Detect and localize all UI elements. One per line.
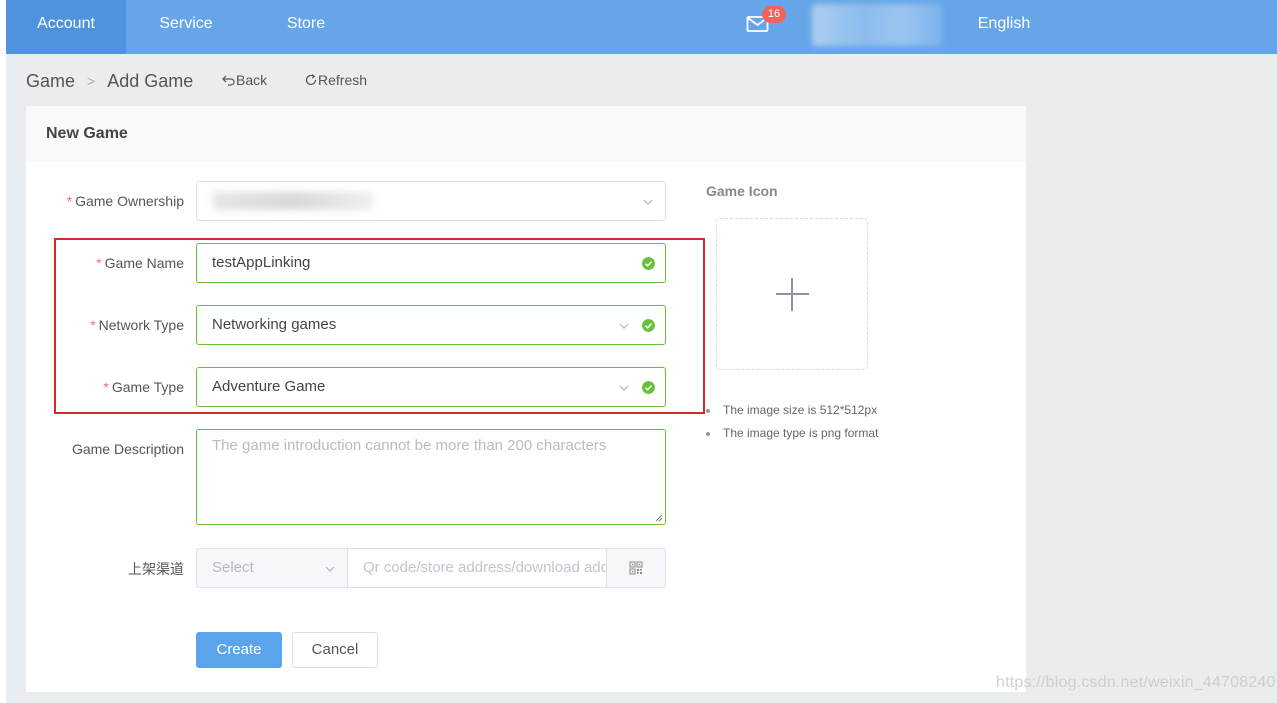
resize-handle-icon[interactable]: [655, 514, 663, 522]
nav-store[interactable]: Store: [246, 0, 366, 54]
back-arrow-icon: [222, 75, 235, 86]
nav-service[interactable]: Service: [126, 0, 246, 54]
annotation-highlight-box: [54, 238, 705, 414]
watermark: https://blog.csdn.net/weixin_44708240: [996, 674, 1276, 691]
breadcrumb: Game > Add Game: [26, 68, 193, 94]
chevron-down-icon: [643, 199, 653, 205]
channel-select-placeholder: Select: [212, 559, 254, 576]
channel-address-input[interactable]: Qr code/store address/download address: [347, 548, 607, 588]
chevron-down-icon: [325, 566, 335, 572]
game-description-label: Game Description: [71, 441, 184, 457]
breadcrumb-current: Add Game: [107, 70, 194, 91]
breadcrumb-separator: >: [87, 73, 96, 89]
channel-label: 上架渠道: [128, 561, 184, 577]
hint-image-type: The image type is png format: [706, 426, 878, 440]
ownership-value-blurred: [213, 192, 373, 210]
refresh-label: Refresh: [318, 72, 368, 88]
refresh-button[interactable]: Refresh: [304, 72, 367, 88]
language-switcher[interactable]: English: [954, 0, 1054, 54]
game-description-textarea[interactable]: The game introduction cannot be more tha…: [196, 429, 666, 525]
channel-select[interactable]: Select: [196, 548, 348, 588]
cancel-button[interactable]: Cancel: [292, 632, 378, 668]
required-mark: *: [66, 193, 73, 209]
game-ownership-label: * Game Ownership: [66, 193, 184, 209]
card-header: New Game: [26, 106, 1026, 162]
icon-upload-area[interactable]: [716, 218, 868, 370]
create-button[interactable]: Create: [196, 632, 282, 668]
top-navigation-bar: Account Service Store 16 English: [6, 0, 1277, 54]
game-ownership-select[interactable]: [196, 181, 666, 221]
qr-code-button[interactable]: [606, 548, 666, 588]
nav-account[interactable]: Account: [6, 0, 126, 54]
refresh-icon: [305, 74, 317, 86]
notification-badge: 16: [762, 6, 786, 23]
back-button[interactable]: Back: [222, 72, 267, 88]
breadcrumb-root[interactable]: Game: [26, 71, 75, 92]
user-avatar-blurred[interactable]: [812, 4, 942, 46]
channel-input-placeholder: Qr code/store address/download address: [363, 559, 607, 576]
channel-input-group: Select Qr code/store address/download ad…: [196, 548, 666, 588]
qr-code-icon: [629, 561, 643, 575]
back-label: Back: [236, 72, 268, 88]
description-placeholder: The game introduction cannot be more tha…: [212, 437, 607, 454]
card-title: New Game: [46, 125, 128, 142]
hint-image-size: The image size is 512*512px: [706, 403, 877, 417]
game-icon-title: Game Icon: [706, 183, 778, 199]
